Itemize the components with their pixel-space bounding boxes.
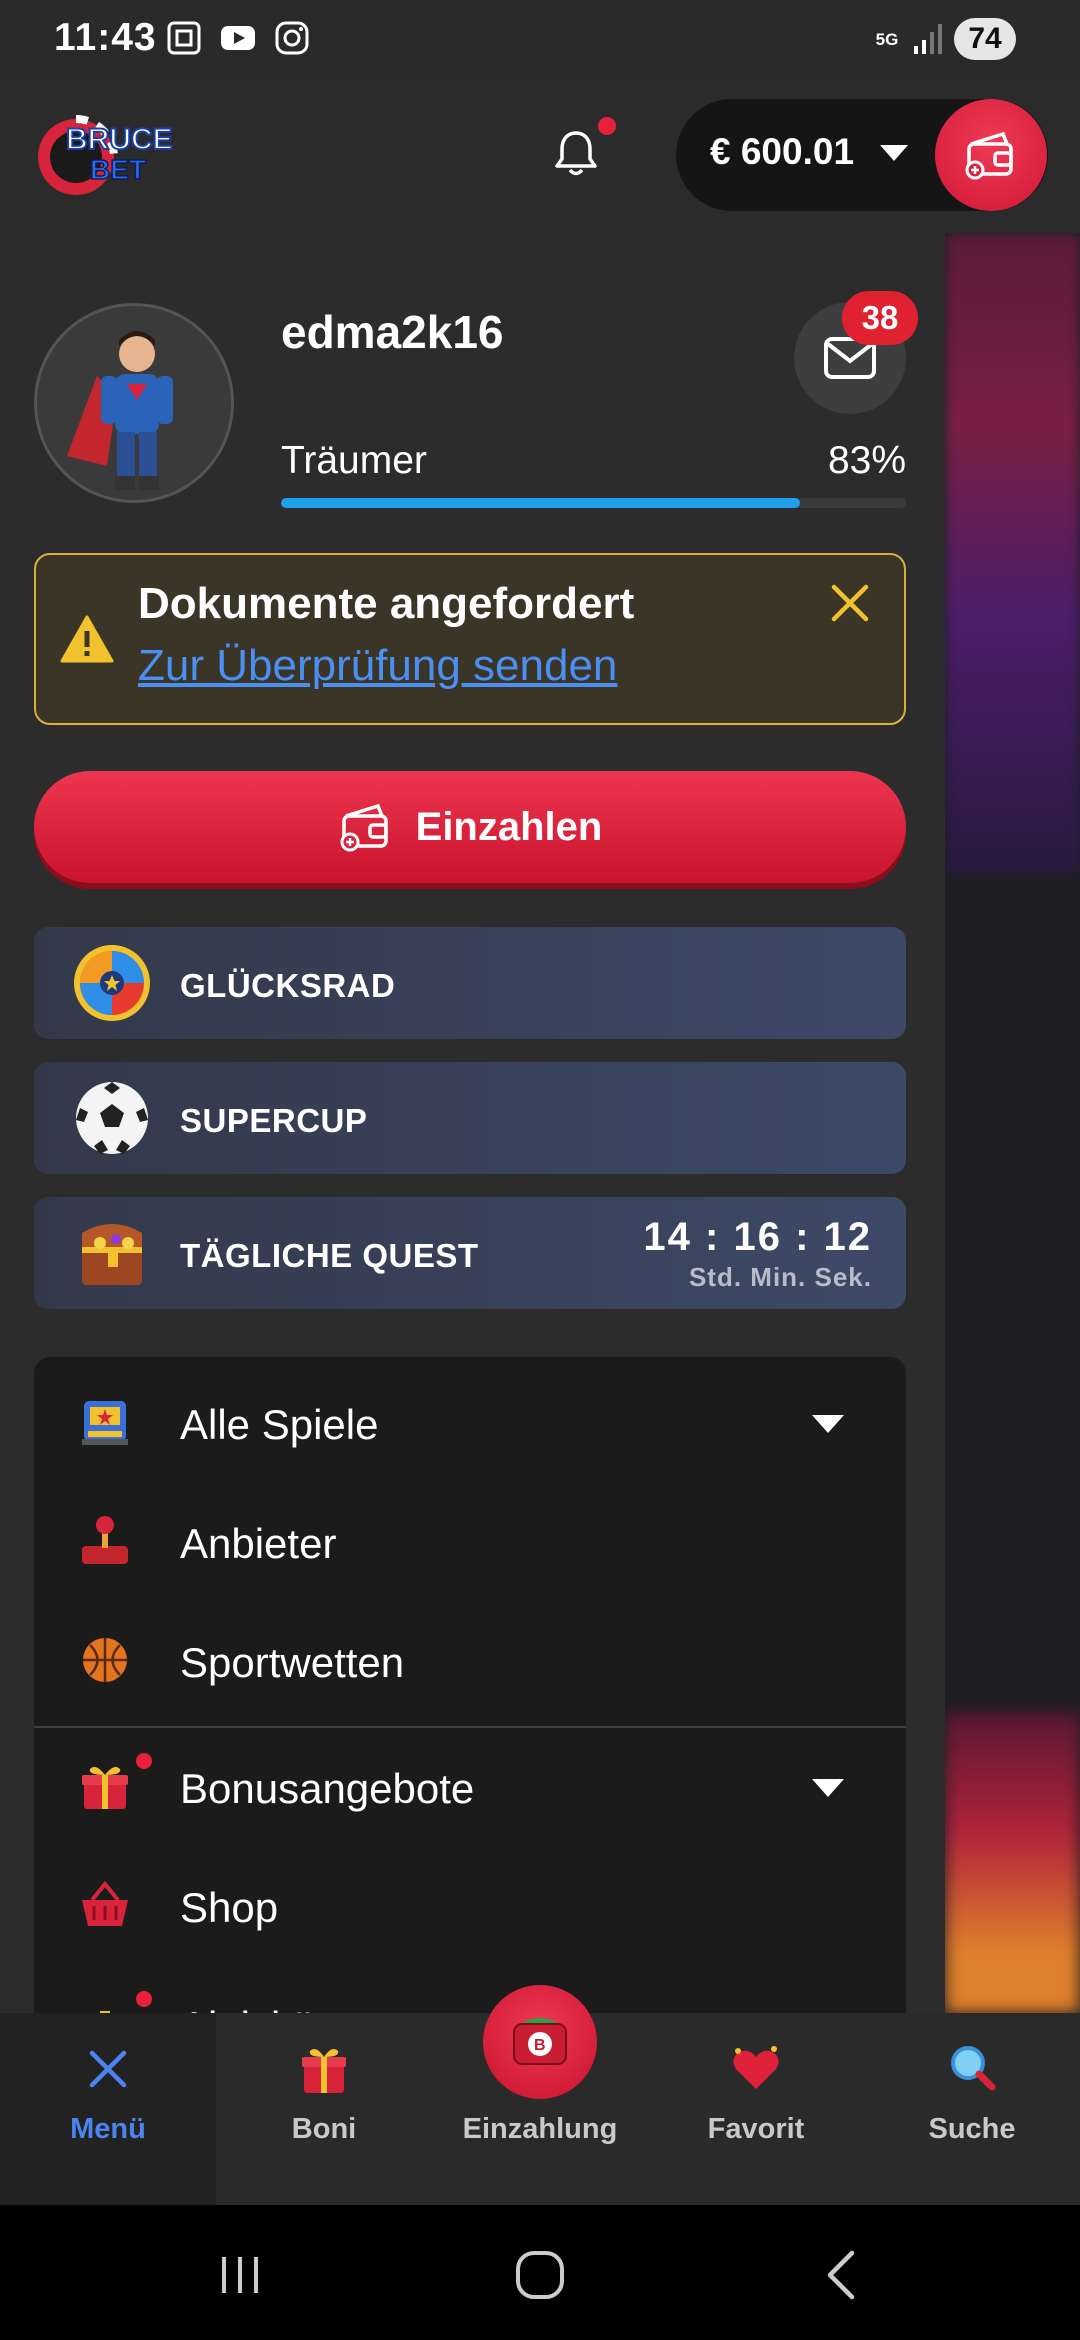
menu-item-bonus-offers[interactable]: Bonusangebote [34,1731,906,1841]
activity-icon [100,2011,110,2013]
slot-machine-icon [82,1401,128,1445]
basketball-icon [83,1638,127,1682]
level-progress-fill [281,498,800,508]
menu-label: Anbieter [180,1520,337,1567]
level-percent: 83% [827,439,906,482]
deposit-fab-button[interactable]: B [483,1985,597,2099]
balance-amount: € 600.01 [710,131,855,172]
wallet-icon [340,803,388,852]
messages-count-badge: 38 [842,291,918,345]
screenshot-icon [167,21,201,55]
promo-daily-quest[interactable]: TÄGLICHE QUEST 14 : 16 : 12 Std. Min. Se… [34,1197,906,1309]
menu-label: Aktivität [180,2003,327,2013]
notification-dot [136,1753,152,1769]
soccer-ball-icon [76,1082,148,1154]
promo-wheel[interactable]: GLÜCKSRAD [34,927,906,1039]
nav-menu[interactable]: Menü [0,2013,216,2205]
bottom-navigation: Menü Boni Einzahlung B Favorit Suche [0,1985,1080,2205]
nav-label: Menü [70,2113,146,2145]
documents-alert: Dokumente angefordert Zur Überprüfung se… [34,553,906,725]
menu-item-sports-betting[interactable]: Sportwetten [34,1605,906,1715]
gift-icon [82,1767,128,1809]
status-time: 11:43 [54,16,157,59]
notification-dot [598,117,616,135]
svg-text:BET: BET [90,154,146,185]
wheel-icon [74,945,150,1021]
nav-label: Favorit [707,2113,805,2145]
wallet-icon: B [513,2018,567,2065]
heart-icon [733,2046,779,2089]
username: edma2k16 [281,306,504,358]
menu-label: Shop [180,1884,279,1931]
back-icon[interactable] [812,2245,872,2305]
menu-item-providers[interactable]: Anbieter [34,1486,906,1596]
send-for-review-link[interactable]: Zur Überprüfung senden [138,641,617,691]
chevron-down-icon[interactable] [812,1779,844,1797]
search-icon [951,2046,996,2091]
menu-item-shop[interactable]: Shop [34,1850,906,1960]
main-menu: Alle Spiele Anbieter Sportwetten Bonusan… [34,1357,906,2013]
instagram-icon [275,21,309,55]
deposit-label: Einzahlen [415,804,603,849]
brucebet-logo[interactable]: BRUCE BET [32,107,180,199]
chevron-down-icon[interactable] [812,1415,844,1433]
app-header: BRUCE BET € 600.01 [0,75,1080,233]
warning-icon [60,615,114,663]
nav-bonuses[interactable]: Boni [216,2013,432,2205]
treasure-chest-icon [82,1224,142,1285]
menu-divider [34,1726,906,1728]
gift-icon [302,2049,346,2093]
deposit-button[interactable]: Einzahlen [34,771,906,883]
background-content [945,233,1080,2013]
quest-countdown: 14 : 16 : 12 Std. Min. Sek. [643,1215,872,1293]
avatar[interactable] [34,303,234,503]
battery-level: 74 [954,18,1016,60]
quest-timer-value: 14 : 16 : 12 [643,1215,872,1259]
menu-label: Sportwetten [180,1639,405,1686]
side-menu-drawer: edma2k16 38 Träumer 83% Dokumente angefo… [0,233,945,2013]
notification-bell-icon[interactable] [548,125,604,181]
close-icon [89,2050,127,2088]
signal-icon [914,24,942,54]
alert-title: Dokumente angefordert [138,579,635,628]
menu-label: Bonusangebote [180,1765,475,1812]
system-navigation-bar [0,2205,1080,2340]
youtube-icon [221,26,255,50]
quest-timer-units: Std. Min. Sek. [688,1262,872,1292]
joystick-icon [82,1516,128,1564]
promo-supercup-label: SUPERCUP [180,1102,368,1139]
nav-label: Suche [928,2113,1016,2145]
menu-item-activity[interactable]: Aktivität [34,1969,906,2013]
chevron-down-icon [880,145,908,161]
promo-supercup[interactable]: SUPERCUP [34,1062,906,1174]
menu-item-all-games[interactable]: Alle Spiele [34,1367,906,1477]
svg-text:B: B [534,2037,546,2054]
home-icon[interactable] [510,2245,570,2305]
level-progress-bar [281,498,906,508]
close-icon[interactable] [830,583,870,623]
promo-wheel-label: GLÜCKSRAD [180,967,396,1004]
nav-search[interactable]: Suche [864,2013,1080,2205]
basket-icon [82,1880,128,1926]
network-type: 5G [875,29,899,49]
level-name: Träumer [281,439,427,482]
wallet-icon [965,131,1013,180]
menu-label: Alle Spiele [180,1401,379,1448]
wallet-button[interactable] [935,99,1047,211]
svg-text:BRUCE: BRUCE [66,123,173,156]
nav-favorites[interactable]: Favorit [648,2013,864,2205]
recent-apps-icon[interactable] [210,2245,270,2305]
nav-label: Boni [291,2113,357,2145]
notification-dot [136,1991,152,2007]
status-bar: 11:43 5G 74 [0,0,1080,75]
nav-label: Einzahlung [462,2113,618,2145]
promo-daily-quest-label: TÄGLICHE QUEST [180,1237,479,1274]
